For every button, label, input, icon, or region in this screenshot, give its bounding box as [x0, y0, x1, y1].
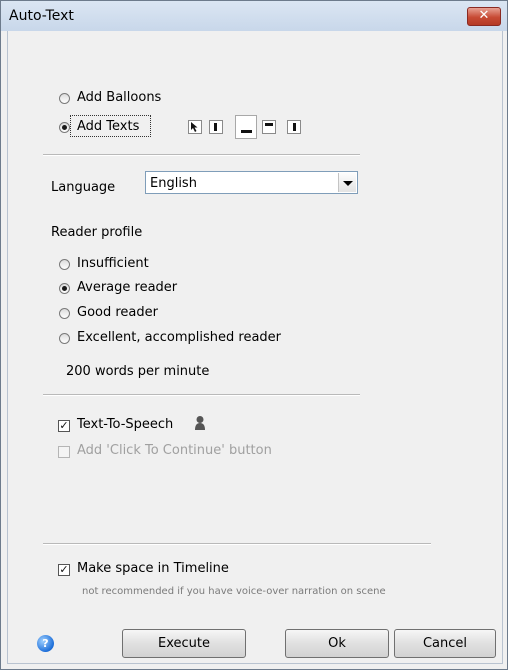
- language-value: English: [150, 176, 197, 191]
- text-to-speech-label: Text-To-Speech: [77, 417, 174, 432]
- add-texts-label: Add Texts: [77, 119, 140, 134]
- separator: [43, 154, 360, 156]
- language-label: Language: [51, 180, 116, 195]
- language-select[interactable]: English: [145, 171, 358, 194]
- close-icon: ✕: [478, 8, 490, 23]
- left-position-icon[interactable]: [209, 120, 223, 134]
- reader-insufficient-radio[interactable]: [59, 259, 70, 270]
- add-balloons-radio[interactable]: [59, 93, 70, 104]
- reader-excellent-label: Excellent, accomplished reader: [77, 330, 282, 345]
- right-position-icon[interactable]: [287, 120, 301, 134]
- close-button[interactable]: ✕: [467, 7, 501, 26]
- window-title: Auto-Text: [9, 8, 74, 24]
- click-to-continue-checkbox[interactable]: [58, 446, 70, 458]
- ok-button[interactable]: Ok: [285, 629, 389, 658]
- reader-excellent-radio[interactable]: [59, 333, 70, 344]
- reader-average-label: Average reader: [77, 280, 178, 295]
- text-to-speech-checkbox[interactable]: ✓: [58, 420, 70, 432]
- speaker-profile-icon[interactable]: [194, 415, 206, 431]
- reader-profile-heading: Reader profile: [51, 225, 143, 240]
- make-space-timeline-checkbox[interactable]: ✓: [58, 564, 70, 576]
- cursor-arrow-icon: [191, 122, 198, 132]
- separator: [43, 394, 360, 396]
- reader-good-label: Good reader: [77, 305, 158, 320]
- title-bar: Auto-Text ✕: [1, 1, 507, 31]
- cancel-button[interactable]: Cancel: [394, 629, 496, 658]
- add-texts-radio[interactable]: [59, 122, 70, 133]
- reader-average-radio[interactable]: [59, 283, 70, 294]
- dialog-client-area: Add Balloons Add Texts Language English: [7, 31, 503, 664]
- words-per-minute-text: 200 words per minute: [66, 364, 210, 379]
- reader-good-radio[interactable]: [59, 308, 70, 319]
- bottom-position-icon[interactable]: [235, 115, 257, 139]
- make-space-timeline-label: Make space in Timeline: [77, 561, 229, 576]
- timeline-note: not recommended if you have voice-over n…: [82, 586, 386, 597]
- execute-button[interactable]: Execute: [122, 629, 246, 658]
- cursor-position-icon[interactable]: [188, 120, 202, 134]
- chevron-down-icon[interactable]: [338, 173, 356, 192]
- reader-insufficient-label: Insufficient: [77, 256, 149, 271]
- help-icon[interactable]: ?: [37, 635, 54, 652]
- click-to-continue-label: Add 'Click To Continue' button: [77, 443, 272, 458]
- separator: [43, 543, 431, 545]
- auto-text-dialog: Auto-Text ✕ Add Balloons Add Texts Langu…: [0, 0, 508, 670]
- top-position-icon[interactable]: [262, 120, 276, 134]
- add-balloons-label: Add Balloons: [77, 90, 162, 105]
